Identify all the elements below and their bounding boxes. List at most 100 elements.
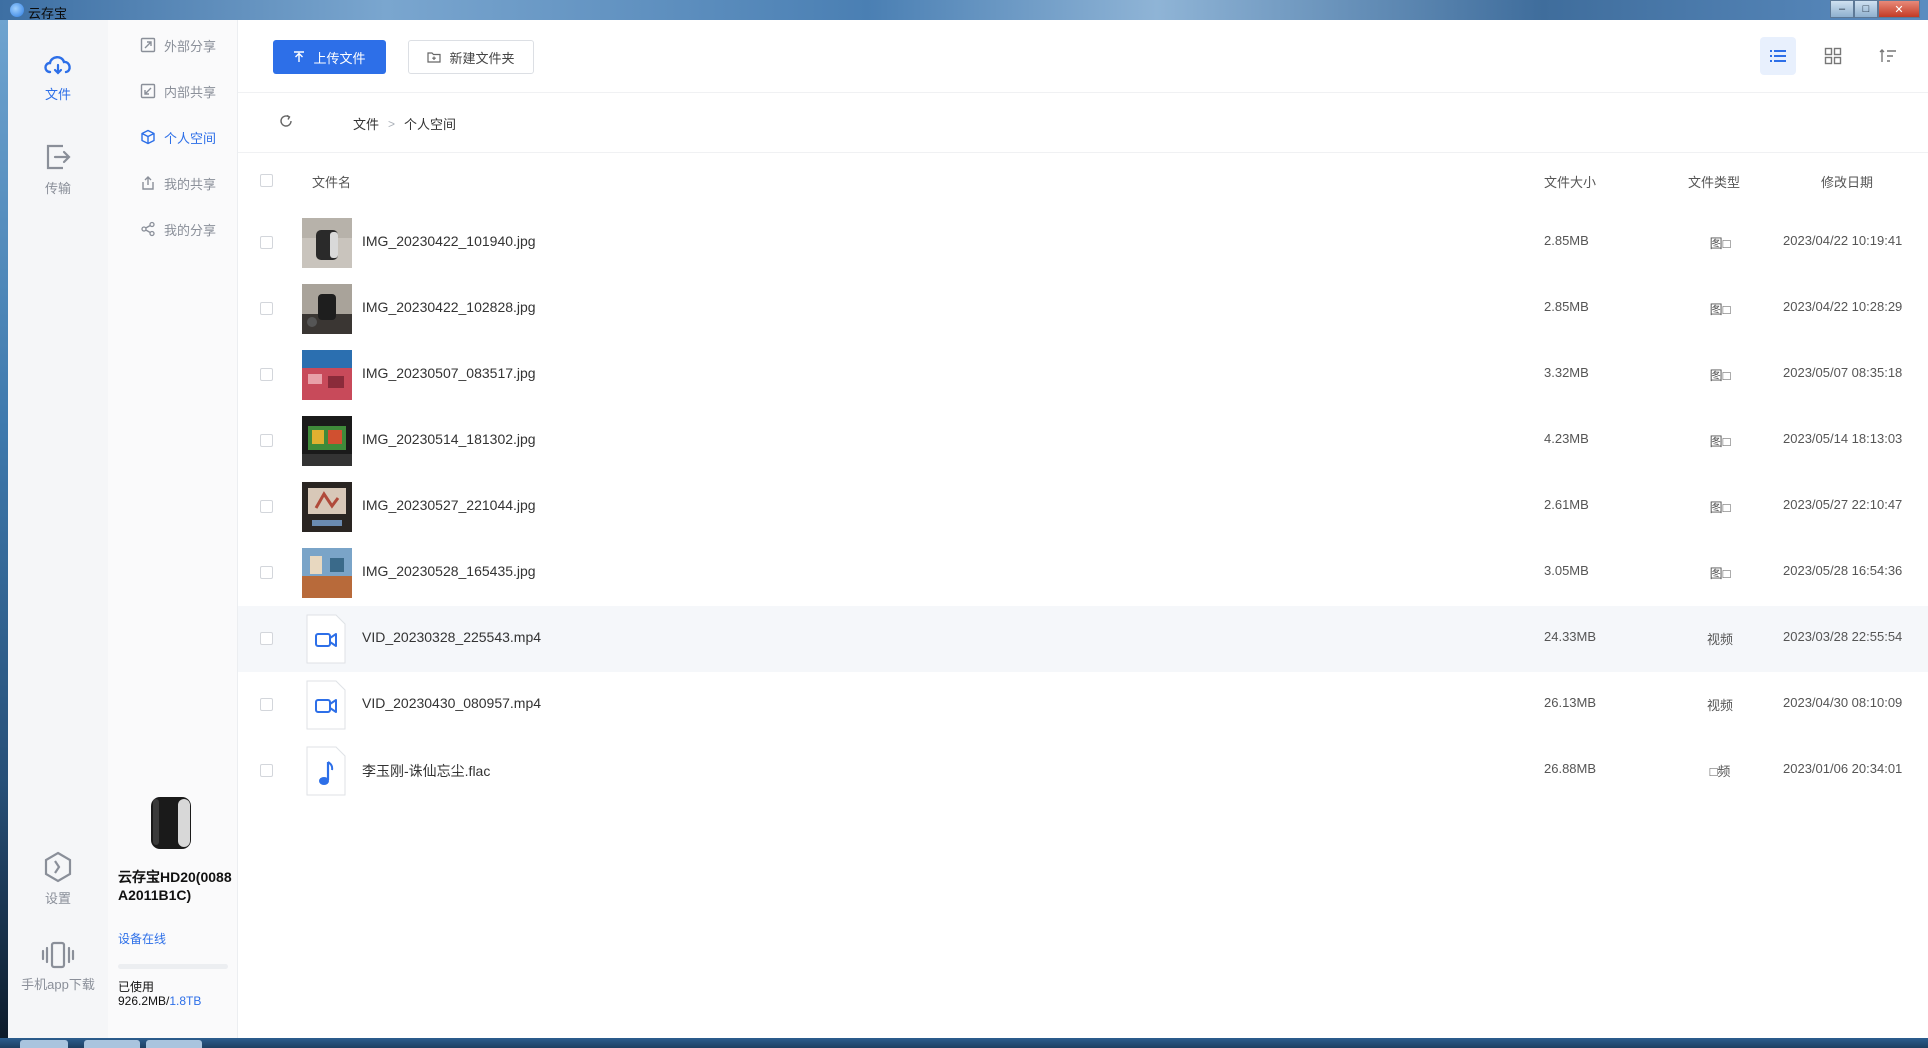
breadcrumb-root[interactable]: 文件 <box>353 114 379 133</box>
device-status: 设备在线 <box>118 932 167 946</box>
upload-file-button[interactable]: 上传文件 <box>273 40 386 74</box>
table-row[interactable]: IMG_20230422_101940.jpg 2.85MB 图□ 2023/0… <box>238 210 1928 276</box>
header-size[interactable]: 文件大小 <box>1544 172 1596 191</box>
table-row[interactable]: VID_20230328_225543.mp4 24.33MB 视频 2023/… <box>238 606 1928 672</box>
maximize-button[interactable]: □ <box>1854 0 1878 18</box>
list-view-button[interactable] <box>1760 37 1796 75</box>
subnav-item-label: 个人空间 <box>164 130 217 146</box>
file-size: 26.88MB <box>1544 761 1597 776</box>
image-thumbnail <box>302 284 352 334</box>
internal-share-icon <box>140 83 156 99</box>
header-name[interactable]: 文件名 <box>312 172 351 191</box>
subnav-item-my-shared[interactable]: 我的共享 <box>140 173 216 193</box>
rail-item-settings[interactable]: 设置 <box>8 850 108 907</box>
video-file-icon <box>306 680 346 730</box>
image-thumbnail <box>302 350 352 400</box>
window-titlebar: 云存宝 – □ ✕ <box>0 0 1928 21</box>
table-row[interactable]: IMG_20230422_102828.jpg 2.85MB 图□ 2023/0… <box>238 276 1928 342</box>
refresh-icon[interactable] <box>278 113 294 129</box>
close-button[interactable]: ✕ <box>1878 0 1920 18</box>
image-thumbnail <box>302 218 352 268</box>
subnav-item-label: 外部分享 <box>164 38 217 54</box>
rail-item-transfer[interactable]: 传输 <box>8 140 108 197</box>
row-checkbox[interactable] <box>260 632 273 645</box>
file-name[interactable]: IMG_20230422_102828.jpg <box>362 299 536 315</box>
select-all-checkbox[interactable] <box>260 174 273 187</box>
upload-icon <box>294 51 305 62</box>
subnav-item-label: 内部共享 <box>164 84 217 100</box>
video-file-icon <box>306 614 346 664</box>
breadcrumb-divider <box>238 152 1928 153</box>
table-row[interactable]: IMG_20230528_165435.jpg 3.05MB 图□ 2023/0… <box>238 540 1928 606</box>
sort-icon <box>1879 49 1896 62</box>
table-row[interactable]: VID_20230430_080957.mp4 26.13MB 视频 2023/… <box>238 672 1928 738</box>
window-controls: – □ ✕ <box>1830 0 1920 18</box>
row-checkbox[interactable] <box>260 566 273 579</box>
rail-item-label: 设置 <box>44 891 71 906</box>
table-row[interactable]: 李玉刚-诛仙忘尘.flac 26.88MB □频 2023/01/06 20:3… <box>238 738 1928 804</box>
file-date: 2023/04/30 08:10:09 <box>1783 695 1903 710</box>
subnav-item-internal-share[interactable]: 内部共享 <box>140 81 216 101</box>
row-checkbox[interactable] <box>260 698 273 711</box>
subnav-item-personal-space[interactable]: 个人空间 <box>140 127 216 147</box>
storage-usage-value: 926.2MB/1.8TB <box>118 994 202 1008</box>
image-thumbnail <box>302 416 352 466</box>
file-date: 2023/01/06 20:34:01 <box>1783 761 1903 776</box>
minimize-button[interactable]: – <box>1830 0 1854 18</box>
row-checkbox[interactable] <box>260 434 273 447</box>
file-type: 图□ <box>1709 236 1731 251</box>
file-name[interactable]: IMG_20230422_101940.jpg <box>362 233 536 249</box>
file-name[interactable]: IMG_20230527_221044.jpg <box>362 497 536 513</box>
row-checkbox[interactable] <box>260 764 273 777</box>
rail-item-mobile-app[interactable]: 手机app下载 <box>8 940 108 993</box>
file-date: 2023/05/14 18:13:03 <box>1783 431 1903 446</box>
table-row[interactable]: IMG_20230514_181302.jpg 4.23MB 图□ 2023/0… <box>238 408 1928 474</box>
file-date: 2023/05/27 22:10:47 <box>1783 497 1903 512</box>
file-date: 2023/05/28 16:54:36 <box>1783 563 1903 578</box>
sort-button[interactable] <box>1870 37 1906 75</box>
file-name[interactable]: VID_20230328_225543.mp4 <box>362 629 541 645</box>
file-name[interactable]: IMG_20230528_165435.jpg <box>362 563 536 579</box>
header-date[interactable]: 修改日期 <box>1821 172 1873 191</box>
subnav-item-label: 我的分享 <box>164 222 217 238</box>
storage-usage-bar <box>118 964 228 969</box>
list-view-icon <box>1770 50 1786 62</box>
file-type: 视频 <box>1706 632 1733 647</box>
file-size: 3.32MB <box>1544 365 1589 380</box>
row-checkbox[interactable] <box>260 302 273 315</box>
table-row[interactable]: IMG_20230507_083517.jpg 3.32MB 图□ 2023/0… <box>238 342 1928 408</box>
row-checkbox[interactable] <box>260 368 273 381</box>
external-share-icon <box>140 37 156 53</box>
device-image <box>151 797 191 849</box>
rail-item-files[interactable]: 文件 <box>8 50 108 103</box>
secondary-nav: 外部分享 内部共享 个人空间 我的共享 我的分享 云存宝HD20(0088A20… <box>108 20 238 1038</box>
file-type: 图□ <box>1709 302 1731 317</box>
file-name[interactable]: VID_20230430_080957.mp4 <box>362 695 541 711</box>
breadcrumb-current: 个人空间 <box>404 117 457 132</box>
taskbar-app-button[interactable] <box>84 1040 140 1048</box>
row-checkbox[interactable] <box>260 236 273 249</box>
file-size: 2.61MB <box>1544 497 1589 512</box>
app-logo-icon <box>10 3 24 17</box>
new-folder-button[interactable]: 新建文件夹 <box>408 40 534 74</box>
file-type: 图□ <box>1709 566 1731 581</box>
table-row[interactable]: IMG_20230527_221044.jpg 2.61MB 图□ 2023/0… <box>238 474 1928 540</box>
taskbar-start-button[interactable] <box>20 1040 68 1048</box>
main-content: 上传文件 新建文件夹 文件 > 个人空间 文件名 文件大小 文件类型 修改日期 … <box>238 20 1928 1038</box>
grid-view-button[interactable] <box>1815 37 1851 75</box>
taskbar <box>0 1038 1928 1048</box>
file-type: 图□ <box>1709 368 1731 383</box>
audio-file-icon <box>306 746 346 796</box>
primary-rail: 文件 传输 设置 手机app下载 <box>8 20 108 1038</box>
subnav-item-my-share[interactable]: 我的分享 <box>140 219 216 239</box>
file-name[interactable]: IMG_20230514_181302.jpg <box>362 431 536 447</box>
taskbar-app-button[interactable] <box>146 1040 202 1048</box>
file-size: 4.23MB <box>1544 431 1589 446</box>
file-name[interactable]: IMG_20230507_083517.jpg <box>362 365 536 381</box>
storage-used: 926.2MB <box>118 994 167 1008</box>
header-type[interactable]: 文件类型 <box>1688 172 1740 191</box>
row-checkbox[interactable] <box>260 500 273 513</box>
file-name[interactable]: 李玉刚-诛仙忘尘.flac <box>362 761 490 781</box>
subnav-item-external-share[interactable]: 外部分享 <box>140 35 216 55</box>
image-thumbnail <box>302 482 352 532</box>
